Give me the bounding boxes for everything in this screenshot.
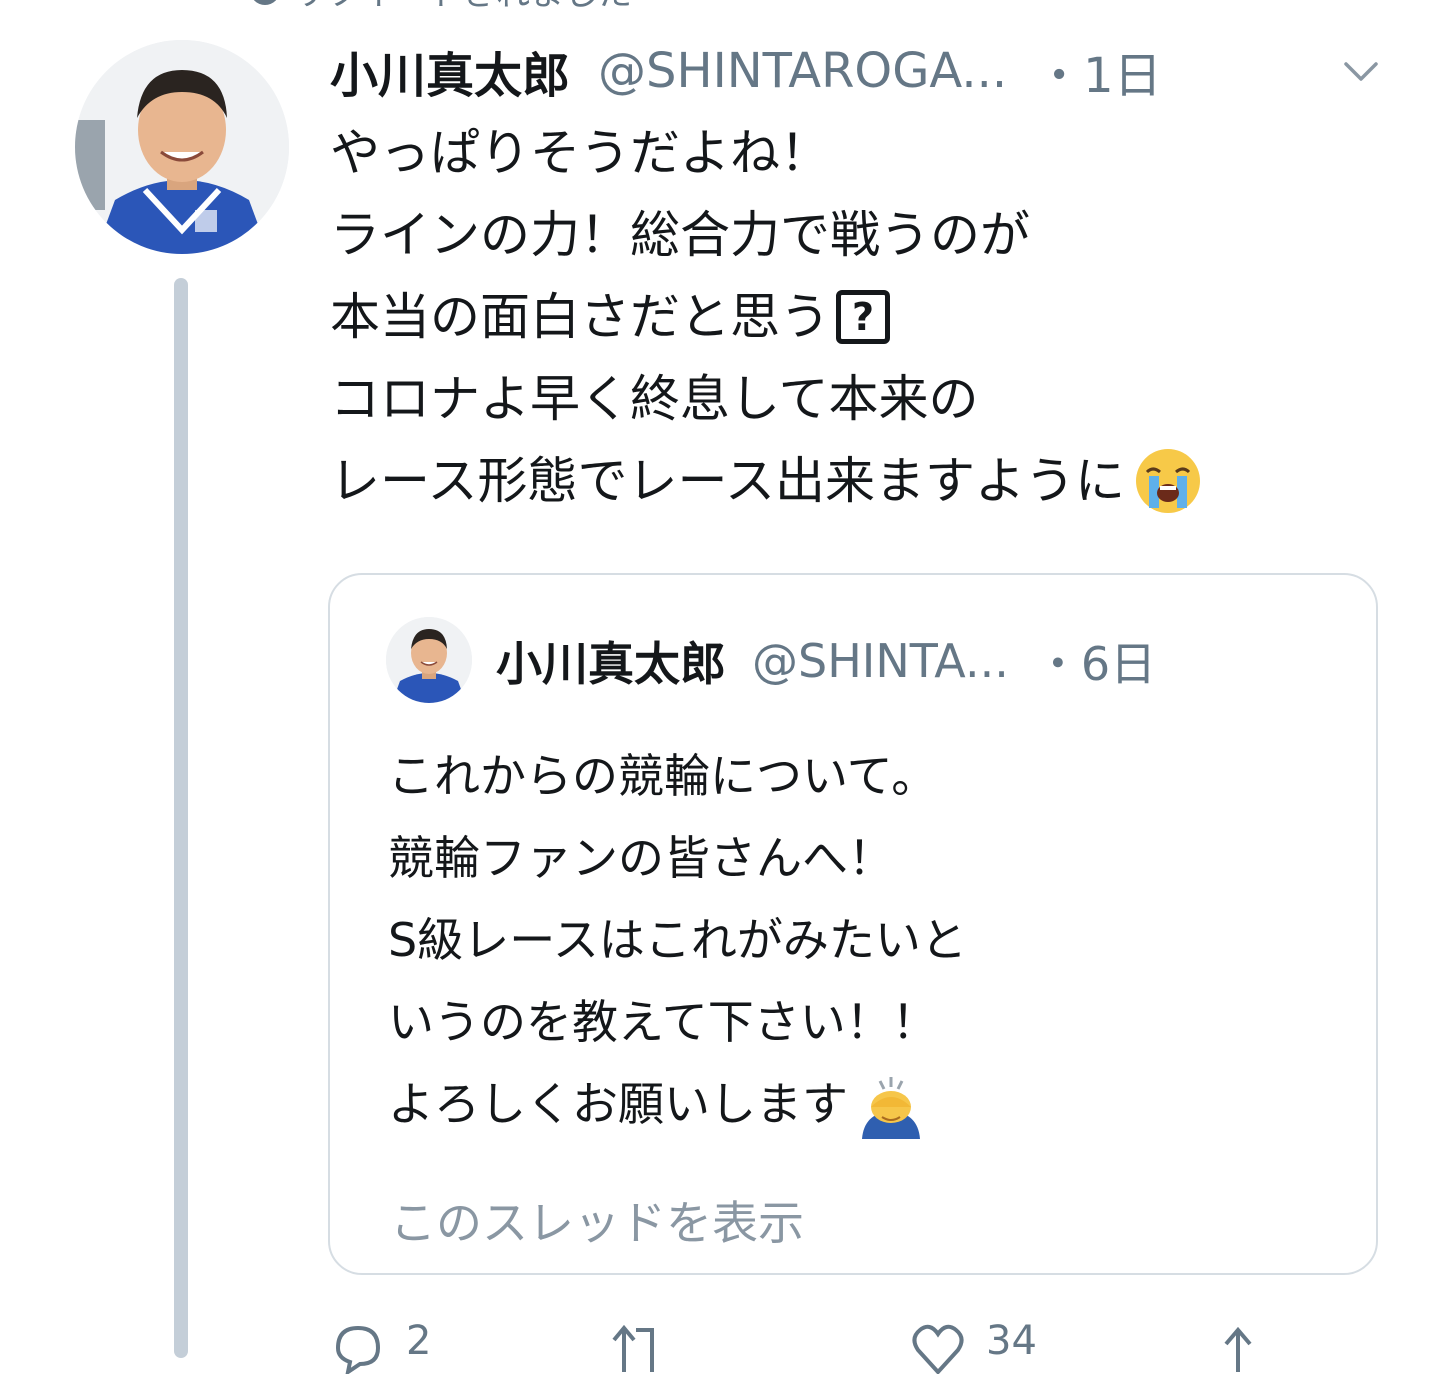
- quoted-handle: @SHINTA...: [752, 634, 1009, 688]
- tweet-actions: 2 34: [330, 1318, 1390, 1378]
- missing-glyph-icon: ?: [836, 290, 890, 344]
- avatar[interactable]: [75, 40, 289, 254]
- tweet-line: 本当の面白さだと思う ?: [330, 276, 1390, 358]
- person-bowing-icon: [862, 1077, 920, 1139]
- thread-line: [174, 278, 188, 1358]
- like-count: 34: [986, 1318, 1037, 1364]
- quoted-avatar[interactable]: [386, 617, 472, 703]
- tweet-text: やっぱりそうだよね！ ラインの力！総合力で戦うのが 本当の面白さだと思う ? コ…: [330, 112, 1390, 522]
- tweet-line: やっぱりそうだよね！: [330, 124, 830, 182]
- retweet-button[interactable]: [610, 1318, 666, 1374]
- display-name[interactable]: 小川真太郎: [330, 36, 570, 106]
- like-icon: [912, 1324, 964, 1374]
- quoted-timestamp: ・6日: [1034, 637, 1157, 691]
- retweet-context-text: リツイートされました: [292, 0, 632, 15]
- reply-count: 2: [406, 1318, 432, 1364]
- quoted-display-name: 小川真太郎: [496, 637, 726, 691]
- tweet-header: 小川真太郎 @SHINTAROGA... ・1日: [330, 36, 1410, 106]
- quoted-line: S級レースはこれがみたいと: [388, 913, 967, 967]
- tweet-timestamp[interactable]: ・1日: [1035, 36, 1162, 106]
- quoted-line: これからの競輪について。: [388, 749, 938, 803]
- like-button[interactable]: 34: [910, 1318, 1037, 1374]
- reply-button[interactable]: 2: [330, 1318, 431, 1374]
- quoted-tweet-header: 小川真太郎 @SHINTA... ・6日: [496, 629, 1156, 693]
- share-button[interactable]: [1210, 1318, 1266, 1374]
- quoted-line: 競輪ファンの皆さんへ！: [388, 831, 894, 885]
- show-thread-link[interactable]: このスレッドを表示: [390, 1187, 804, 1253]
- retweet-context-icon: [250, 0, 280, 5]
- retweet-icon: [612, 1324, 654, 1372]
- chevron-down-icon[interactable]: [1340, 50, 1382, 92]
- loudly-crying-face-icon: [1136, 449, 1200, 513]
- tweet-line: コロナよ早く終息して本来の: [330, 370, 979, 428]
- quoted-tweet-text: これからの競輪について。 競輪ファンの皆さんへ！ S級レースはこれがみたいと い…: [388, 735, 1348, 1145]
- share-icon: [1224, 1326, 1252, 1372]
- retweet-context: リツイートされました: [250, 0, 632, 14]
- tweet-line: レース形態でレース出来ますように: [330, 440, 1390, 522]
- tweet-line: ラインの力！総合力で戦うのが: [330, 206, 1030, 264]
- quoted-line: いうのを教えて下さい！！: [388, 995, 938, 1049]
- reply-icon: [335, 1325, 381, 1374]
- handle[interactable]: @SHINTAROGA...: [598, 43, 1007, 99]
- quoted-line: よろしくお願いします: [388, 1063, 1348, 1145]
- quoted-tweet-card[interactable]: 小川真太郎 @SHINTA... ・6日 これからの競輪について。 競輪ファンの…: [328, 573, 1378, 1275]
